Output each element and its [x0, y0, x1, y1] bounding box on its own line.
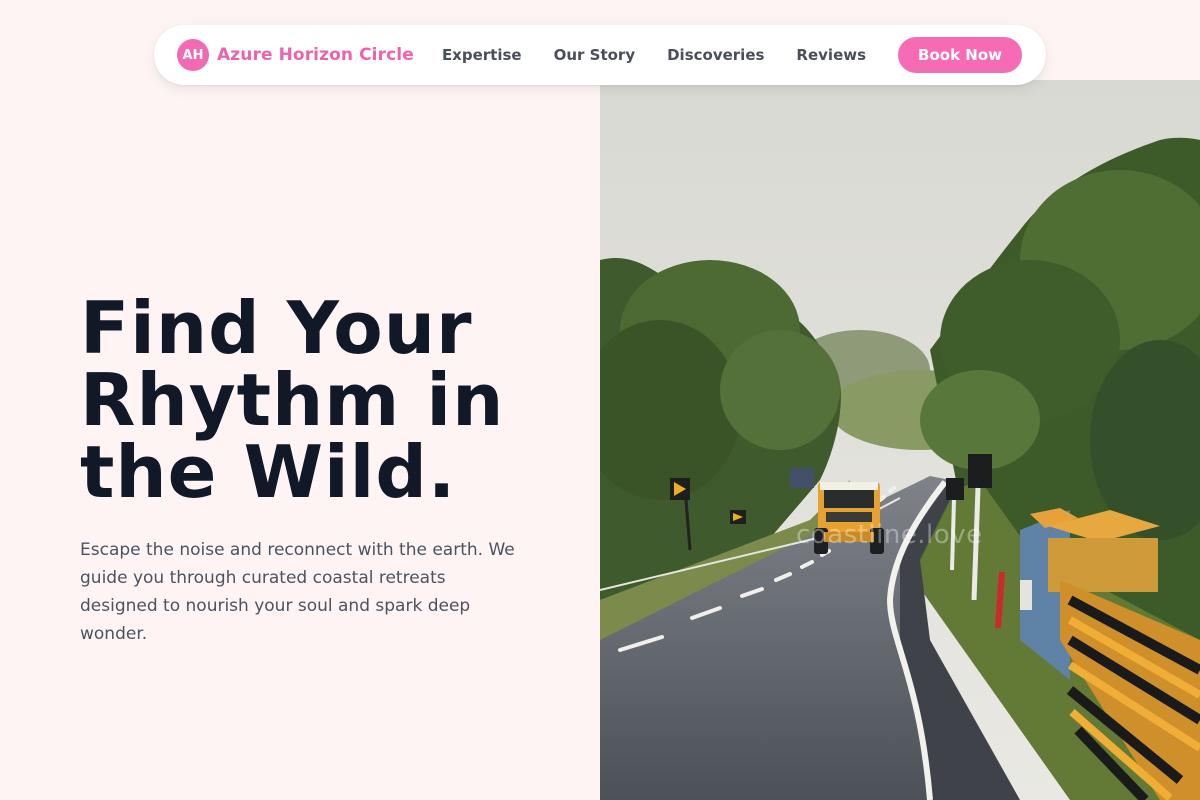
brand-name: Azure Horizon Circle	[217, 45, 414, 65]
brand-badge: AH	[177, 39, 209, 71]
nav-link-expertise[interactable]: Expertise	[442, 46, 522, 64]
nav-link-discoveries[interactable]: Discoveries	[667, 46, 764, 64]
book-now-button[interactable]: Book Now	[898, 37, 1022, 73]
nav-link-our-story[interactable]: Our Story	[554, 46, 636, 64]
hero-image-road-jeep: coastline.love	[600, 80, 1200, 800]
brand-logo-link[interactable]: AH Azure Horizon Circle	[177, 39, 414, 71]
top-nav: AH Azure Horizon Circle Expertise Our St…	[154, 25, 1046, 85]
hero-title-line: the Wild.	[80, 430, 457, 514]
hero-title: Find Your Rhythm in the Wild.	[80, 292, 580, 508]
image-watermark: coastline.love	[796, 520, 983, 550]
nav-links: Expertise Our Story Discoveries Reviews …	[442, 37, 1022, 73]
hero-description: Escape the noise and reconnect with the …	[80, 540, 515, 644]
nav-link-reviews[interactable]: Reviews	[796, 46, 866, 64]
